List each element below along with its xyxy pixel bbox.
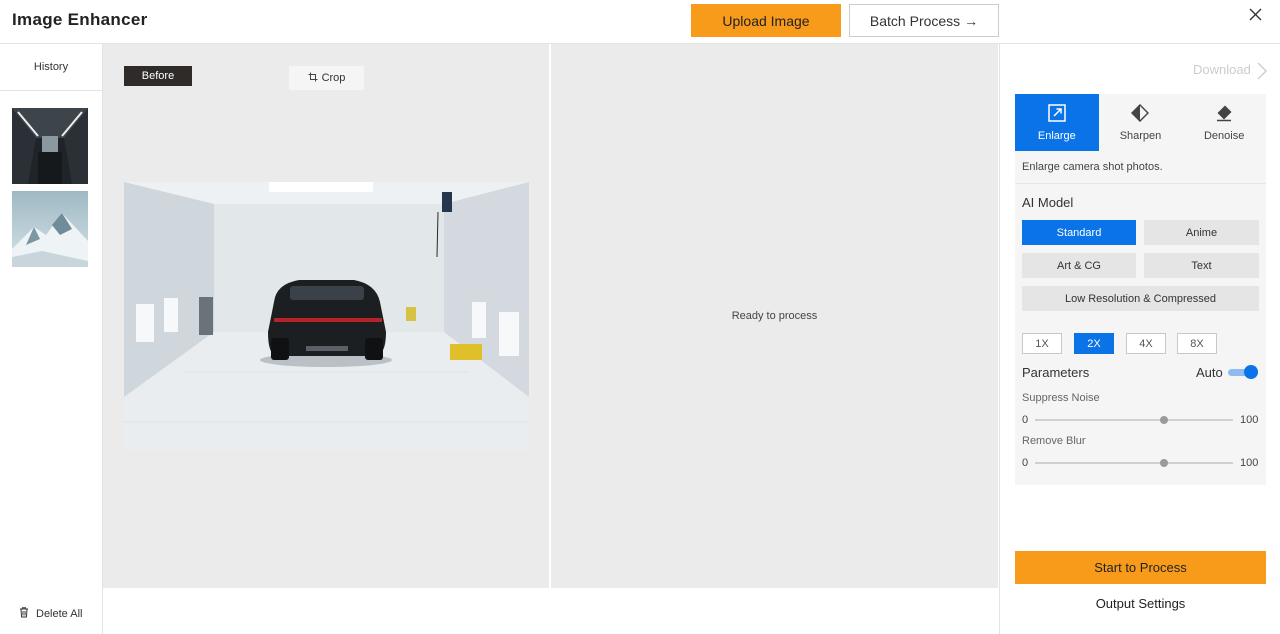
after-preview-pane: Ready to process (551, 44, 998, 588)
model-text-button[interactable]: Text (1144, 253, 1259, 278)
suppress-noise-slider[interactable] (1035, 416, 1233, 424)
app-title: Image Enhancer (12, 10, 148, 29)
enlarge-settings: Enlarge camera shot photos. AI Model Sta… (1015, 151, 1266, 485)
model-anime-button[interactable]: Anime (1144, 220, 1259, 245)
history-sidebar: History Delete All (0, 44, 103, 634)
tool-description: Enlarge camera shot photos. (1015, 151, 1266, 184)
crop-button[interactable]: Crop (289, 66, 364, 90)
suppress-noise-label: Suppress Noise (1022, 392, 1100, 404)
tab-history[interactable]: History (0, 44, 102, 91)
model-standard-button[interactable]: Standard (1022, 220, 1136, 245)
close-icon[interactable] (1246, 5, 1266, 25)
batch-process-button[interactable]: Batch Process → (849, 4, 999, 37)
tab-enlarge-label: Enlarge (1037, 129, 1076, 142)
scale-1x-button[interactable]: 1X (1022, 333, 1062, 354)
remove-blur-max: 100 (1240, 457, 1259, 469)
start-process-button[interactable]: Start to Process (1015, 551, 1266, 584)
tab-denoise[interactable]: Denoise (1182, 94, 1266, 151)
auto-toggle-knob (1244, 365, 1258, 379)
history-thumbnail-mountain[interactable] (12, 191, 88, 267)
viewer-footer (103, 588, 998, 634)
enlarge-icon (1048, 103, 1066, 125)
delete-all-button[interactable]: Delete All (18, 606, 82, 621)
model-low-resolution-button[interactable]: Low Resolution & Compressed (1022, 286, 1259, 311)
scale-4x-button[interactable]: 4X (1126, 333, 1166, 354)
suppress-noise-min: 0 (1022, 414, 1029, 426)
suppress-noise-handle[interactable] (1159, 416, 1168, 424)
remove-blur-label: Remove Blur (1022, 435, 1086, 447)
parameters-label: Parameters (1022, 365, 1090, 380)
sharpen-icon (1131, 103, 1150, 125)
chevron-right-icon[interactable] (1256, 61, 1268, 86)
settings-panel: Download Enlarge Sharpen Denoise Enlarge… (999, 44, 1280, 634)
tab-enlarge[interactable]: Enlarge (1015, 94, 1099, 151)
scale-2x-button[interactable]: 2X (1074, 333, 1114, 354)
download-button[interactable]: Download (1193, 62, 1251, 77)
before-tag: Before (124, 66, 192, 86)
crop-icon (308, 72, 318, 85)
suppress-noise-max: 100 (1240, 414, 1259, 426)
tab-sharpen[interactable]: Sharpen (1099, 94, 1183, 151)
tool-tabs: Enlarge Sharpen Denoise (1015, 94, 1266, 151)
tab-denoise-label: Denoise (1203, 129, 1245, 142)
upload-image-button[interactable]: Upload Image (691, 4, 841, 37)
trash-icon (18, 606, 30, 621)
remove-blur-handle[interactable] (1159, 459, 1168, 467)
scale-8x-button[interactable]: 8X (1177, 333, 1217, 354)
ready-status-text: Ready to process (731, 310, 818, 322)
before-preview-pane: Before Crop (103, 44, 549, 588)
history-thumbnail-corridor[interactable] (12, 108, 88, 184)
source-photo (124, 182, 529, 451)
eraser-icon (1215, 104, 1233, 125)
ai-model-label: AI Model (1022, 195, 1074, 210)
auto-label: Auto (1196, 365, 1223, 380)
remove-blur-min: 0 (1022, 457, 1029, 469)
auto-toggle[interactable] (1228, 365, 1258, 380)
output-settings-link[interactable]: Output Settings (1015, 596, 1266, 611)
crop-label: Crop (321, 72, 346, 84)
delete-all-label: Delete All (36, 607, 83, 620)
top-bar: Image Enhancer Upload Image Batch Proces… (0, 0, 1280, 44)
remove-blur-slider[interactable] (1035, 459, 1233, 467)
model-art-cg-button[interactable]: Art & CG (1022, 253, 1136, 278)
tab-sharpen-label: Sharpen (1119, 129, 1162, 142)
